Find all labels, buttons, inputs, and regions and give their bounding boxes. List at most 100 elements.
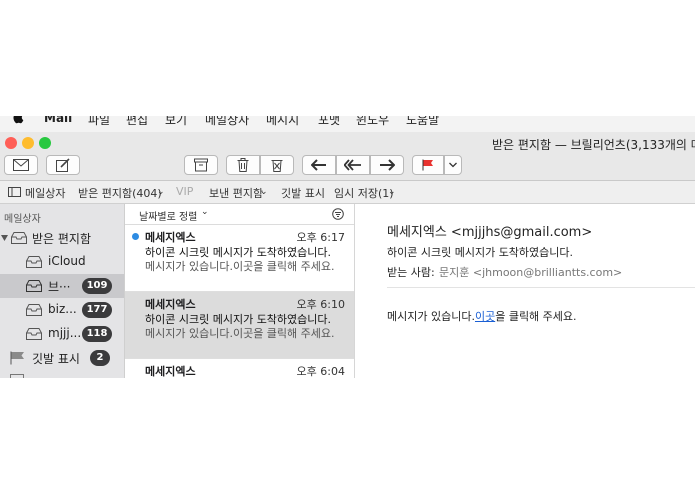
sidebar-item-label: 깃발 표시	[32, 352, 80, 366]
reply-icon	[311, 159, 326, 171]
flag-button[interactable]	[412, 155, 444, 175]
body-link[interactable]: 이곳	[475, 310, 495, 323]
forward-icon	[380, 159, 395, 171]
chevron-down-icon[interactable]: ⌄	[388, 187, 396, 197]
disclosure-triangle-icon[interactable]	[1, 235, 8, 241]
fav-mailboxes[interactable]: 메일상자	[25, 185, 65, 201]
body-text: 메시지가 있습니다.	[387, 310, 475, 323]
menu-view[interactable]: 보기	[165, 116, 187, 128]
reply-all-button[interactable]	[336, 155, 370, 175]
filter-icon[interactable]	[332, 208, 344, 220]
fav-vip[interactable]: VIP	[176, 185, 193, 198]
header-divider	[387, 287, 695, 288]
chevron-down-icon[interactable]: ⌄	[260, 187, 268, 197]
envelope-icon	[13, 159, 29, 171]
recipient-value: 문지훈 <jhmoon@brilliantts.com>	[439, 266, 623, 279]
fav-flagged[interactable]: 깃발 표시	[281, 185, 325, 201]
chevron-down-icon	[449, 162, 457, 168]
message-preview: 메시지가 있습니다.이곳을 클릭해 주세요.	[145, 260, 335, 273]
message-sender: 메세지엑스	[145, 365, 196, 378]
sidebar-item-label: iCloud	[48, 254, 86, 268]
inbox-icon	[11, 232, 27, 244]
reply-all-icon	[344, 159, 361, 171]
sort-by-date-button[interactable]: 날짜별로 정렬	[139, 208, 197, 223]
menu-format[interactable]: 포맷	[318, 116, 340, 128]
message-row-selected[interactable]: 메세지엑스 오후 6:10 하이콘 시크릿 메시지가 도착하였습니다. 메시지가…	[125, 292, 354, 359]
sidebar: 메일상자 받은 편지함 iCloud 브··· 109 biz... 177 m…	[0, 204, 125, 378]
minimize-window-button[interactable]	[22, 137, 34, 149]
inbox-icon	[26, 304, 42, 316]
message-list: 날짜별로 정렬 ⌄ 메세지엑스 오후 6:17 하이콘 시크릿 메시지가 도착하…	[125, 204, 355, 378]
title-bar: 받은 편지함 — 브릴리언츠(3,133개의 메시	[0, 132, 695, 154]
sidebar-item-biz[interactable]: biz... 177	[0, 298, 124, 322]
flag-icon	[422, 159, 433, 171]
sidebar-toggle-icon[interactable]	[8, 187, 21, 197]
inbox-icon	[26, 256, 42, 268]
sidebar-item-flagged[interactable]: 깃발 표시 2	[0, 346, 124, 370]
unread-count-badge: 118	[82, 326, 112, 342]
recipient-label: 받는 사람:	[387, 266, 435, 279]
chevron-down-icon[interactable]: ⌄	[201, 207, 209, 217]
unread-dot	[132, 233, 139, 240]
menu-app-mail[interactable]: Mail	[44, 116, 72, 125]
menu-window[interactable]: 윈도우	[356, 116, 389, 128]
window-title: 받은 편지함 — 브릴리언츠(3,133개의 메시	[492, 138, 695, 152]
inbox-icon	[26, 328, 42, 340]
zoom-window-button[interactable]	[39, 137, 51, 149]
junk-button[interactable]	[260, 155, 294, 175]
sort-bar: 날짜별로 정렬 ⌄	[125, 204, 354, 225]
reply-button[interactable]	[302, 155, 336, 175]
message-sender: 메세지엑스	[145, 298, 196, 311]
delete-button[interactable]	[226, 155, 260, 175]
sidebar-item-inbox[interactable]: 받은 편지함	[0, 226, 124, 250]
favorites-bar: 메일상자 받은 편지함(404) ⌄ VIP 보낸 편지함 ⌄ 깃발 표시 임시…	[0, 181, 695, 204]
mail-window: Mail 파일 편집 보기 메일상자 메시지 포맷 윈도우 도움말 받은 편지함…	[0, 116, 695, 378]
reading-pane: 메세지엑스 <mjjjhs@gmail.com> 하이콘 시크릿 메시지가 도착…	[355, 204, 695, 378]
archive-button[interactable]	[184, 155, 218, 175]
trash-icon	[237, 158, 249, 172]
sidebar-item-label: biz...	[48, 302, 77, 316]
message-row[interactable]: 메세지엑스 오후 6:04	[125, 359, 354, 378]
get-mail-button[interactable]	[4, 155, 38, 175]
menu-help[interactable]: 도움말	[406, 116, 439, 128]
compose-button[interactable]	[46, 155, 80, 175]
close-window-button[interactable]	[5, 137, 17, 149]
flag-menu-button[interactable]	[444, 155, 462, 175]
fav-drafts[interactable]: 임시 저장(1)	[334, 185, 394, 201]
message-body: 메시지가 있습니다.이곳을 클릭해 주세요.	[387, 308, 577, 324]
sidebar-header: 메일상자	[4, 214, 41, 225]
menu-bar: Mail 파일 편집 보기 메일상자 메시지 포맷 윈도우 도움말	[0, 116, 695, 132]
sidebar-item-label: 받은 편지함	[32, 232, 92, 246]
sidebar-item-icloud[interactable]: iCloud	[0, 250, 124, 274]
unread-count-badge: 177	[82, 302, 112, 318]
sidebar-item-brilliants[interactable]: 브··· 109	[0, 274, 124, 298]
sidebar-item-label: 브···	[48, 280, 71, 294]
fav-sent[interactable]: 보낸 편지함	[209, 185, 263, 201]
compose-icon	[56, 158, 70, 172]
message-preview: 메시지가 있습니다.이곳을 클릭해 주세요.	[145, 327, 335, 340]
body-text: 을 클릭해 주세요.	[495, 310, 577, 323]
archive-icon	[194, 158, 208, 172]
sender-header: 메세지엑스 <mjjjhs@gmail.com>	[387, 225, 593, 240]
inbox-icon	[26, 280, 42, 292]
unread-count-badge: 109	[82, 278, 112, 294]
sidebar-item-mjjj[interactable]: mjjj... 118	[0, 322, 124, 346]
flagged-count-badge: 2	[90, 350, 110, 366]
message-time: 오후 6:10	[296, 298, 345, 311]
message-time: 오후 6:17	[296, 231, 345, 244]
message-row[interactable]: 메세지엑스 오후 6:17 하이콘 시크릿 메시지가 도착하였습니다. 메시지가…	[125, 225, 354, 292]
sidebar-item-label: mjjj...	[48, 326, 82, 340]
forward-button[interactable]	[370, 155, 404, 175]
toolbar	[0, 154, 695, 181]
menu-file[interactable]: 파일	[88, 116, 110, 128]
menu-edit[interactable]: 편집	[126, 116, 148, 128]
flag-icon	[10, 351, 24, 365]
message-sender: 메세지엑스	[145, 231, 196, 244]
menu-mailbox[interactable]: 메일상자	[205, 116, 249, 128]
fav-inbox[interactable]: 받은 편지함(404)	[78, 185, 162, 201]
chevron-down-icon[interactable]: ⌄	[157, 187, 165, 197]
message-time: 오후 6:04	[296, 365, 345, 378]
apple-icon[interactable]	[12, 116, 26, 124]
menu-message[interactable]: 메시지	[266, 116, 299, 128]
next-mailbox-icon	[10, 374, 24, 378]
